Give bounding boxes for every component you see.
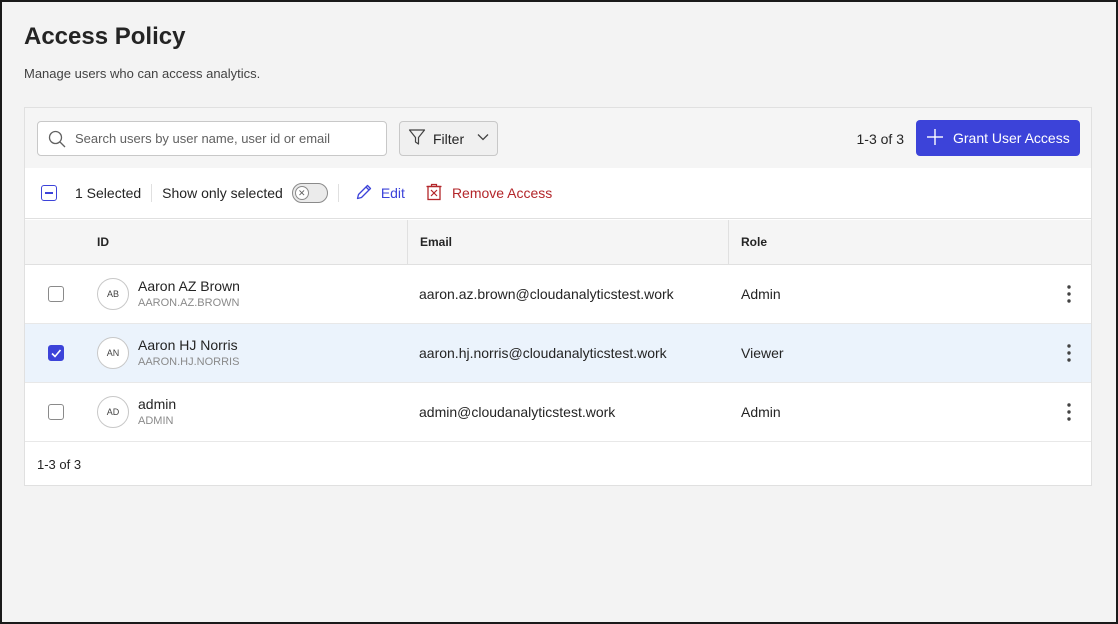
more-options-icon[interactable] <box>1061 402 1077 422</box>
column-header-email[interactable]: Email <box>407 220 452 264</box>
search-icon <box>47 129 67 149</box>
row-checkbox[interactable] <box>48 404 64 420</box>
plus-icon <box>926 128 944 149</box>
user-email: admin@cloudanalyticstest.work <box>419 404 616 420</box>
user-role: Admin <box>741 404 781 420</box>
selection-bar: 1 Selected Show only selected ✕ Edit Rem… <box>25 168 1091 219</box>
grant-user-access-button[interactable]: Grant User Access <box>916 120 1080 156</box>
user-name: Aaron AZ Brown <box>138 278 240 294</box>
checkmark-icon <box>51 349 62 358</box>
search-input[interactable] <box>75 131 386 146</box>
divider <box>151 184 153 202</box>
divider <box>337 184 339 202</box>
search-box[interactable] <box>37 121 387 156</box>
user-id: ADMIN <box>138 415 174 427</box>
user-id: AARON.AZ.BROWN <box>138 297 240 309</box>
user-role: Viewer <box>741 345 784 361</box>
filter-label: Filter <box>433 130 465 147</box>
table-header: ID Email Role <box>25 220 1091 265</box>
column-header-id[interactable]: ID <box>97 220 109 264</box>
user-id: AARON.HJ.NORRIS <box>138 356 240 368</box>
more-options-icon[interactable] <box>1061 284 1077 304</box>
user-name: admin <box>138 396 177 412</box>
show-only-selected-toggle[interactable]: ✕ <box>291 183 328 203</box>
filter-button[interactable]: Filter <box>399 121 498 156</box>
user-email: aaron.az.brown@cloudanalyticstest.work <box>419 286 674 302</box>
row-checkbox[interactable] <box>48 286 64 302</box>
avatar: AN <box>97 337 129 369</box>
page-subtitle: Manage users who can access analytics. <box>24 66 261 81</box>
user-email: aaron.hj.norris@cloudanalyticstest.work <box>419 345 667 361</box>
row-checkbox[interactable] <box>48 345 64 361</box>
column-header-role[interactable]: Role <box>728 220 767 264</box>
chevron-down-icon <box>476 130 490 147</box>
avatar: AB <box>97 278 129 310</box>
show-only-selected-label: Show only selected <box>162 185 283 201</box>
select-all-checkbox[interactable] <box>41 185 57 201</box>
table-row[interactable]: AB Aaron AZ Brown AARON.AZ.BROWN aaron.a… <box>25 265 1091 324</box>
selected-count: 1 Selected <box>75 185 142 201</box>
edit-label: Edit <box>380 185 405 201</box>
filter-icon <box>408 128 426 149</box>
remove-access-button[interactable]: Remove Access <box>425 183 552 204</box>
toggle-off-icon: ✕ <box>294 186 309 200</box>
edit-button[interactable]: Edit <box>355 183 405 204</box>
user-name: Aaron HJ Norris <box>138 337 238 353</box>
avatar: AD <box>97 396 129 428</box>
table-row[interactable]: AD admin ADMIN admin@cloudanalyticstest.… <box>25 383 1091 442</box>
more-options-icon[interactable] <box>1061 343 1077 363</box>
result-count: 1-3 of 3 <box>856 131 904 147</box>
toolbar: Filter 1-3 of 3 Grant User Access <box>25 108 1091 168</box>
users-panel: Filter 1-3 of 3 Grant User Access 1 Sele… <box>24 107 1092 486</box>
table-row[interactable]: AN Aaron HJ Norris AARON.HJ.NORRIS aaron… <box>25 324 1091 383</box>
grant-user-access-label: Grant User Access <box>953 130 1070 146</box>
pencil-icon <box>355 183 373 204</box>
page-title: Access Policy <box>24 23 186 50</box>
pagination-count: 1-3 of 3 <box>37 457 82 472</box>
remove-access-label: Remove Access <box>451 185 553 201</box>
user-role: Admin <box>741 286 781 302</box>
delete-icon <box>425 183 443 204</box>
